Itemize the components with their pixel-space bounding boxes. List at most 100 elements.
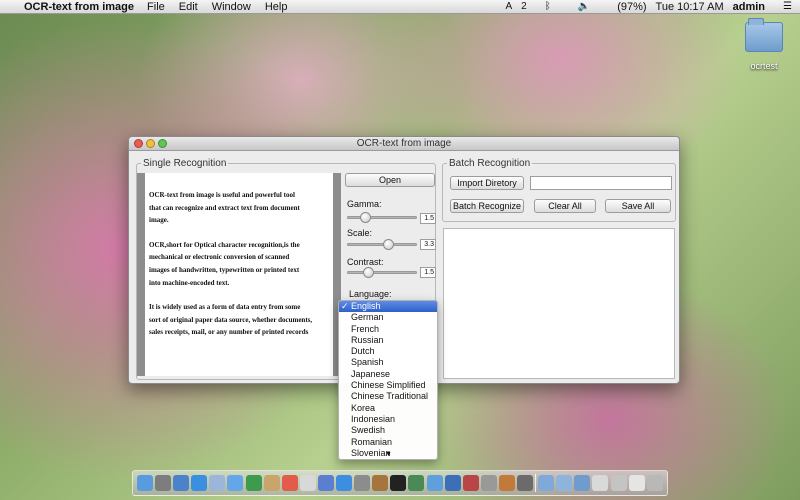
clear-all-button[interactable]: Clear All bbox=[534, 199, 596, 213]
scale-slider[interactable] bbox=[347, 239, 417, 250]
language-option[interactable]: Russian bbox=[339, 335, 437, 346]
open-button[interactable]: Open bbox=[345, 173, 435, 187]
contacts-icon[interactable] bbox=[263, 475, 280, 491]
directory-path-field[interactable] bbox=[530, 176, 672, 190]
gamma-label: Gamma: bbox=[347, 199, 382, 209]
preview-line: image. bbox=[149, 216, 169, 225]
photos-icon[interactable] bbox=[299, 475, 316, 491]
time-machine-icon[interactable] bbox=[408, 475, 425, 491]
volume-icon[interactable]: 🔈 bbox=[578, 1, 590, 13]
messages-icon[interactable] bbox=[227, 475, 244, 491]
preview-line: into machine-encoded text. bbox=[149, 278, 230, 287]
folder-applications-icon[interactable] bbox=[538, 475, 555, 491]
language-dropdown-menu[interactable]: ✓ English German French Russian Dutch Spanish J… bbox=[338, 300, 438, 460]
image-preview[interactable]: OCR-text from image is useful and powerf… bbox=[137, 173, 341, 376]
facetime-icon[interactable] bbox=[245, 475, 262, 491]
clock[interactable]: Tue 10:17 AM bbox=[656, 1, 724, 13]
contrast-label: Contrast: bbox=[347, 257, 384, 267]
trash-icon[interactable] bbox=[646, 475, 663, 491]
preview-paragraph: OCR,short for Optical character recognit… bbox=[149, 239, 333, 289]
language-option-label: Chinese Traditional bbox=[351, 391, 429, 402]
desktop-folder-label: ocrtest bbox=[750, 61, 778, 71]
menu-bar: OCR-text from image File Edit Window Hel… bbox=[0, 0, 800, 14]
language-option[interactable]: Chinese Simplified bbox=[339, 380, 437, 391]
close-button[interactable] bbox=[134, 139, 143, 148]
menu-edit[interactable]: Edit bbox=[179, 1, 198, 13]
language-option-label: Swedish bbox=[351, 425, 386, 436]
gamma-slider[interactable] bbox=[347, 212, 417, 223]
language-option[interactable]: German bbox=[339, 312, 437, 323]
mail-icon[interactable] bbox=[209, 475, 226, 491]
zoom-button[interactable] bbox=[158, 139, 167, 148]
scroll-down-arrow-icon[interactable]: ▼ bbox=[385, 451, 392, 459]
language-option-label: Russian bbox=[351, 334, 384, 345]
adobe-icon[interactable]: A bbox=[506, 1, 513, 13]
safari-icon[interactable] bbox=[191, 475, 208, 491]
import-directory-button[interactable]: Import Diretory bbox=[450, 176, 524, 190]
checkmark-icon: ✓ bbox=[341, 301, 349, 311]
folder-downloads-icon[interactable] bbox=[574, 475, 591, 491]
dock-separator bbox=[535, 474, 537, 492]
language-option[interactable]: Korea bbox=[339, 403, 437, 414]
user-menu[interactable]: admin bbox=[733, 1, 765, 13]
language-option-label: Japanese bbox=[351, 368, 391, 379]
scale-value[interactable]: 3.3 bbox=[420, 239, 436, 250]
notification-badge[interactable]: 2 bbox=[521, 1, 527, 13]
language-option[interactable]: ✓ English bbox=[339, 301, 437, 313]
stack-icon-b[interactable] bbox=[610, 475, 627, 491]
minimize-button[interactable] bbox=[146, 139, 155, 148]
title-bar[interactable]: OCR-text from image bbox=[129, 137, 679, 151]
window-title: OCR-text from image bbox=[356, 138, 452, 149]
language-option[interactable]: Romanian bbox=[339, 437, 437, 448]
notification-center-icon[interactable]: ☰ bbox=[783, 1, 792, 13]
contrast-value[interactable]: 1.5 bbox=[420, 267, 436, 278]
language-option-label: Dutch bbox=[351, 346, 375, 357]
itunes-icon[interactable] bbox=[317, 475, 334, 491]
app-store-icon[interactable] bbox=[336, 475, 353, 491]
app-icon-a[interactable] bbox=[498, 475, 515, 491]
menu-window[interactable]: Window bbox=[212, 1, 251, 13]
launchpad-icon[interactable] bbox=[155, 475, 172, 491]
scale-slider-knob[interactable] bbox=[383, 239, 394, 250]
preview-paragraph: OCR-text from image is useful and powerf… bbox=[149, 189, 333, 227]
language-option[interactable]: Indonesian bbox=[339, 414, 437, 425]
preview-icon[interactable] bbox=[426, 475, 443, 491]
preview-line: OCR-text from image is useful and powerf… bbox=[149, 191, 295, 199]
finder-icon[interactable] bbox=[137, 475, 153, 491]
preview-line: images of handwritten, typewritten or pr… bbox=[149, 265, 300, 274]
utility-icon[interactable] bbox=[480, 475, 497, 491]
xcode-icon[interactable] bbox=[444, 475, 461, 491]
language-option[interactable]: Swedish bbox=[339, 425, 437, 436]
app-icon-b[interactable] bbox=[516, 475, 533, 491]
stack-icon-a[interactable] bbox=[592, 475, 609, 491]
dock bbox=[132, 470, 668, 496]
menu-help[interactable]: Help bbox=[265, 1, 288, 13]
language-option[interactable]: Spanish bbox=[339, 357, 437, 368]
terminal-icon[interactable] bbox=[390, 475, 407, 491]
contrast-slider-knob[interactable] bbox=[363, 267, 374, 278]
batch-recognize-button[interactable]: Batch Recognize bbox=[450, 199, 524, 213]
desktop-folder[interactable]: ocrtest bbox=[742, 18, 786, 71]
language-option[interactable]: Japanese bbox=[339, 369, 437, 380]
preferences-icon[interactable] bbox=[354, 475, 371, 491]
battery-percent[interactable]: (97%) bbox=[617, 1, 646, 13]
batch-results-list[interactable] bbox=[443, 228, 675, 379]
folder-documents-icon[interactable] bbox=[556, 475, 573, 491]
preview-line: sort of original paper data source, whet… bbox=[149, 315, 313, 324]
ocr-app-icon[interactable] bbox=[462, 475, 479, 491]
calendar-icon[interactable] bbox=[281, 475, 298, 491]
app-menu[interactable]: OCR-text from image bbox=[24, 1, 134, 13]
gamma-value[interactable]: 1.5 bbox=[420, 213, 436, 224]
language-option[interactable]: French bbox=[339, 324, 437, 335]
system-icon[interactable] bbox=[173, 475, 190, 491]
book-icon[interactable] bbox=[372, 475, 389, 491]
gamma-slider-knob[interactable] bbox=[360, 212, 371, 223]
contrast-slider[interactable] bbox=[347, 267, 417, 278]
stack-icon-c[interactable] bbox=[628, 475, 645, 491]
menu-file[interactable]: File bbox=[147, 1, 165, 13]
language-option[interactable]: Chinese Traditional bbox=[339, 391, 437, 402]
bluetooth-icon[interactable]: ᛒ bbox=[545, 1, 551, 13]
preview-line: mechanical or electronic conversion of s… bbox=[149, 253, 290, 262]
save-all-button[interactable]: Save All bbox=[605, 199, 671, 213]
language-option[interactable]: Dutch bbox=[339, 346, 437, 357]
